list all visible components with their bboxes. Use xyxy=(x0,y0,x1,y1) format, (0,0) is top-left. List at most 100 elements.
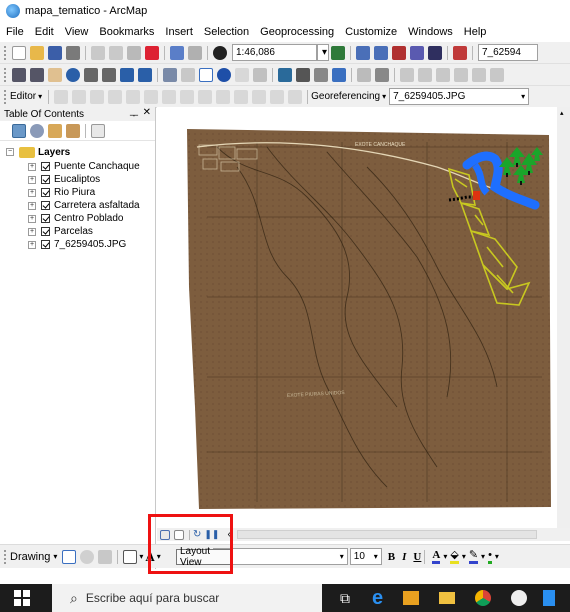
chevron-up-icon[interactable]: ▴ xyxy=(560,109,564,117)
cut-icon[interactable] xyxy=(91,45,105,60)
chevron-down-icon[interactable]: ▾ xyxy=(317,44,329,61)
edit-vertices-icon[interactable] xyxy=(162,89,177,104)
layer-checkbox[interactable] xyxy=(41,188,50,197)
georef-tool-1-icon[interactable] xyxy=(400,67,414,82)
create-features-icon[interactable] xyxy=(288,89,303,104)
new-document-icon[interactable] xyxy=(12,45,26,60)
list-by-drawing-order-icon[interactable] xyxy=(12,123,26,138)
marker-color-icon[interactable]: • xyxy=(488,549,492,564)
html-popup-icon[interactable] xyxy=(253,67,267,82)
list-by-visibility-icon[interactable] xyxy=(48,123,62,138)
go-to-xy-icon[interactable] xyxy=(332,67,346,82)
zoom-in-icon[interactable] xyxy=(12,67,26,82)
attributes-icon[interactable] xyxy=(252,89,267,104)
split-icon[interactable] xyxy=(216,89,231,104)
clear-selection-icon[interactable] xyxy=(181,67,195,82)
layer-row-centro-poblado[interactable]: + Centro Poblado xyxy=(28,212,155,225)
expand-icon[interactable]: + xyxy=(28,214,36,223)
viewer-window-icon[interactable] xyxy=(375,67,389,82)
layer-checkbox[interactable] xyxy=(41,162,50,171)
trace-icon[interactable] xyxy=(126,89,141,104)
menu-view[interactable]: View xyxy=(65,26,89,38)
chevron-down-icon[interactable]: ▾ xyxy=(443,552,447,561)
toolbar-grip[interactable] xyxy=(4,67,7,82)
georef-tool-6-icon[interactable] xyxy=(490,67,504,82)
undo-icon[interactable] xyxy=(170,45,184,60)
collapse-icon[interactable]: − xyxy=(6,148,14,156)
map-view[interactable]: EXOTE CANCHAQUE EXOTE PIURAS UNIDOS xyxy=(157,107,570,541)
italic-button[interactable]: I xyxy=(402,551,406,563)
app-icon[interactable] xyxy=(511,590,528,606)
georef-tool-5-icon[interactable] xyxy=(472,67,486,82)
list-by-selection-icon[interactable] xyxy=(66,123,80,138)
menu-file[interactable]: File xyxy=(6,26,24,38)
menu-geoprocessing[interactable]: Geoprocessing xyxy=(260,26,334,38)
copy-icon[interactable] xyxy=(109,45,123,60)
layer-row-eucaliptos[interactable]: + Eucaliptos xyxy=(28,173,155,186)
scale-combo[interactable]: 1:46,086 xyxy=(232,44,317,61)
pin-icon[interactable]: ᅮ xyxy=(129,107,138,122)
layer-row-rio-piura[interactable]: + Rio Piura xyxy=(28,186,155,199)
time-slider-icon[interactable] xyxy=(357,67,371,82)
pan-hand-icon[interactable] xyxy=(48,67,62,82)
georef-tool-3-icon[interactable] xyxy=(436,67,450,82)
vertical-scrollbar[interactable]: ▴ xyxy=(557,107,570,541)
reshape-icon[interactable] xyxy=(180,89,195,104)
georeferencing-menu-button[interactable]: Georeferencing xyxy=(311,91,380,102)
menu-insert[interactable]: Insert xyxy=(165,26,193,38)
layer-checkbox[interactable] xyxy=(41,201,50,210)
select-elements-icon[interactable] xyxy=(62,549,77,564)
editor-toolbar-icon[interactable] xyxy=(331,45,345,60)
file-explorer-icon[interactable] xyxy=(439,592,456,604)
menu-customize[interactable]: Customize xyxy=(345,26,397,38)
edge-browser-icon[interactable]: e xyxy=(372,587,383,610)
arctoolbox-icon[interactable] xyxy=(410,45,424,60)
end-point-arc-icon[interactable] xyxy=(108,89,123,104)
chevron-down-icon[interactable]: ▾ xyxy=(382,92,386,101)
fixed-zoom-out-icon[interactable] xyxy=(102,67,116,82)
delete-icon[interactable] xyxy=(145,45,159,60)
toolbar-grip[interactable] xyxy=(4,45,7,60)
line-color-icon[interactable]: ✎ xyxy=(468,549,479,564)
font-color-icon[interactable]: A xyxy=(432,549,441,564)
layer-row-raster-image[interactable]: +7_6259405.JPG xyxy=(28,238,155,251)
editor-menu-button[interactable]: Editor xyxy=(10,91,36,102)
bold-button[interactable]: B xyxy=(388,551,395,563)
point-icon[interactable] xyxy=(144,89,159,104)
rotate-icon[interactable] xyxy=(234,89,249,104)
zoom-to-selected-icon[interactable] xyxy=(98,549,113,564)
expand-icon[interactable]: + xyxy=(28,227,36,236)
font-size-combo[interactable]: 10 ▾ xyxy=(349,548,382,565)
search-window-icon[interactable] xyxy=(392,45,406,60)
rectangle-icon[interactable] xyxy=(123,549,138,564)
toolbar-grip[interactable] xyxy=(4,89,7,104)
chevron-down-icon[interactable]: ▾ xyxy=(53,552,57,561)
add-data-icon[interactable] xyxy=(213,45,227,60)
select-features-icon[interactable] xyxy=(163,67,177,82)
straight-segment-icon[interactable] xyxy=(90,89,105,104)
layer-row-carretera-asfaltada[interactable]: + Carretera asfaltada xyxy=(28,199,155,212)
layer-checkbox[interactable] xyxy=(41,227,50,236)
menu-bookmarks[interactable]: Bookmarks xyxy=(99,26,154,38)
underline-button[interactable]: U xyxy=(413,551,421,563)
map-canvas[interactable]: EXOTE CANCHAQUE EXOTE PIURAS UNIDOS xyxy=(157,107,557,528)
layer-checkbox[interactable] xyxy=(41,240,50,249)
chevron-down-icon[interactable]: ▾ xyxy=(481,552,485,561)
expand-icon[interactable]: + xyxy=(28,162,36,171)
back-extent-icon[interactable] xyxy=(120,67,134,82)
measure-icon[interactable] xyxy=(278,67,292,82)
zoom-out-icon[interactable] xyxy=(30,67,44,82)
chevron-down-icon[interactable]: ▾ xyxy=(462,552,466,561)
expand-icon[interactable]: + xyxy=(28,240,36,249)
chevron-down-icon[interactable]: ▾ xyxy=(495,552,499,561)
expand-icon[interactable]: + xyxy=(28,188,36,197)
toolbar-grip[interactable] xyxy=(4,549,7,564)
open-folder-icon[interactable] xyxy=(30,45,44,60)
layer-row-puente-canchaque[interactable]: + Puente Canchaque xyxy=(28,160,155,173)
save-icon[interactable] xyxy=(48,45,62,60)
fixed-zoom-in-icon[interactable] xyxy=(84,67,98,82)
layers-group-row[interactable]: − Layers xyxy=(6,145,155,159)
catalog-icon[interactable] xyxy=(374,45,388,60)
redo-icon[interactable] xyxy=(188,45,202,60)
table-of-contents-icon[interactable] xyxy=(356,45,370,60)
